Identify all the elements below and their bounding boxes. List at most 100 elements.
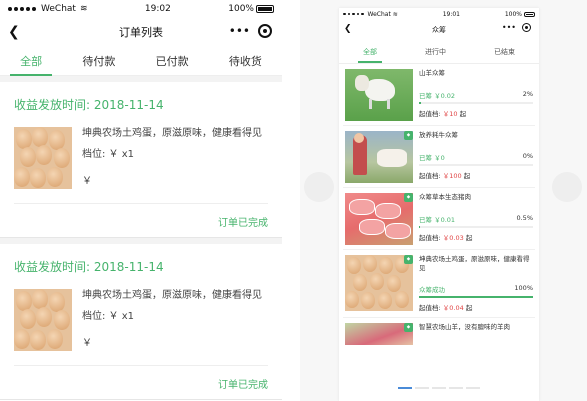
- min-tier-label: 起值档:: [419, 234, 441, 242]
- battery-percent: 100%: [504, 10, 522, 18]
- carrier-label: WeChat: [41, 4, 76, 14]
- min-tier-suffix: 起: [459, 110, 467, 118]
- raised-amount: 众筹成功: [419, 286, 445, 294]
- progress-fill: [419, 226, 420, 228]
- close-miniprogram-icon[interactable]: [258, 24, 272, 38]
- wifi-icon: ≋: [79, 4, 88, 14]
- tab-paid[interactable]: 已付款: [152, 47, 193, 75]
- nav-bar: ❮ 众筹 •••: [339, 20, 539, 40]
- product-image-eggs: [14, 289, 72, 351]
- battery-icon: [255, 5, 274, 13]
- order-card[interactable]: 收益发放时间: 2018-11-14 坤典农场土鸡蛋，原滋原味，健康看得见 档位…: [0, 244, 282, 400]
- progress-fill: [419, 102, 422, 104]
- green-badge-icon: ◆: [404, 255, 413, 264]
- page-dot-active[interactable]: [398, 387, 412, 389]
- page-dot[interactable]: [415, 387, 429, 389]
- progress-bar: [419, 164, 533, 166]
- page-title: 订单列表: [119, 26, 163, 39]
- battery-indicator: 100%: [228, 4, 274, 14]
- min-tier-label: 起值档:: [419, 110, 441, 118]
- order-list-screen: WeChat ≋ 19:02 100% ❮ 订单列表 ••• 全部 待付款 已付…: [0, 0, 282, 401]
- battery-indicator: 100%: [505, 11, 535, 18]
- close-miniprogram-icon[interactable]: [522, 23, 531, 32]
- progress-bar: [419, 296, 533, 298]
- order-card[interactable]: 收益发放时间: 2018-11-14 坤典农场土鸡蛋，原滋原味，健康看得见 档位…: [0, 82, 282, 238]
- tab-pending-receipt[interactable]: 待收货: [225, 47, 266, 75]
- green-badge-icon: ◆: [404, 131, 413, 140]
- tab-ended[interactable]: 已结束: [492, 43, 517, 61]
- more-menu-icon[interactable]: •••: [229, 24, 250, 38]
- more-menu-icon[interactable]: •••: [502, 23, 516, 32]
- crowdfunding-tabs: 全部 进行中 已结束: [339, 40, 539, 64]
- product-tier: 档位: ￥ x1: [82, 149, 135, 160]
- tab-all[interactable]: 全部: [358, 43, 382, 63]
- progress-percent: 0.5%: [516, 214, 533, 222]
- project-title: 智慧农场山羊，没有膻味的羊肉: [419, 323, 510, 331]
- page-dot[interactable]: [449, 387, 463, 389]
- payout-date: 收益发放时间: 2018-11-14: [14, 98, 164, 112]
- project-title: 坤典农场土鸡蛋，原滋原味，健康看得见: [419, 255, 530, 272]
- order-status: 订单已完成: [14, 203, 268, 237]
- page-dot[interactable]: [466, 387, 480, 389]
- min-tier-label: 起值档:: [419, 304, 441, 312]
- min-tier-amount: ￥0.04: [442, 304, 464, 312]
- project-title: 众筹草本生态猪肉: [419, 193, 471, 201]
- battery-icon: [524, 11, 535, 17]
- min-tier-suffix: 起: [465, 304, 473, 312]
- crowdfunding-screen: WeChat ≋ 19:01 100% ❮ 众筹 ••• 全部 进行中 已结束: [339, 8, 539, 401]
- status-bar: WeChat ≋ 19:02 100%: [0, 0, 282, 18]
- signal-indicator: WeChat ≋: [8, 4, 88, 14]
- min-tier-amount: ￥100: [442, 172, 462, 180]
- tab-all[interactable]: 全部: [10, 47, 53, 76]
- payout-date: 收益发放时间: 2018-11-14: [14, 260, 164, 274]
- project-item[interactable]: ◆ 智慧农场山羊，没有膻味的羊肉: [343, 318, 535, 380]
- progress-bar: [419, 102, 533, 104]
- page-title: 众筹: [432, 26, 446, 34]
- back-icon[interactable]: ❮: [344, 24, 352, 34]
- min-tier-suffix: 起: [463, 172, 471, 180]
- tab-pending-payment[interactable]: 待付款: [78, 47, 119, 75]
- raised-amount: 已筹 ￥0.02: [419, 92, 456, 100]
- project-image-sheep: [345, 69, 413, 121]
- nav-actions: •••: [229, 24, 272, 38]
- order-status: 订单已完成: [14, 365, 268, 399]
- project-item[interactable]: ◆ 放养耗牛众筹 已筹 ￥0 0% 起值档: ￥100 起: [343, 126, 535, 188]
- project-title: 放养耗牛众筹: [419, 131, 458, 139]
- project-image-eggs: [345, 255, 413, 311]
- project-item[interactable]: 山羊众筹 已筹 ￥0.02 2% 起值档: ￥10 起: [343, 64, 535, 126]
- carrier-label: WeChat: [367, 10, 391, 18]
- product-amount: ￥: [82, 176, 92, 187]
- project-image-lamb: [345, 323, 413, 345]
- progress-percent: 100%: [514, 284, 533, 292]
- tab-in-progress[interactable]: 进行中: [423, 43, 448, 61]
- nav-bar: ❮ 订单列表 •••: [0, 18, 282, 46]
- status-time: 19:02: [144, 4, 171, 14]
- carousel-prev-bubble[interactable]: [304, 172, 334, 202]
- product-amount: ￥: [82, 338, 92, 349]
- project-image-pork: [345, 193, 413, 245]
- nav-actions: •••: [502, 23, 531, 32]
- carousel-next-bubble[interactable]: [552, 172, 582, 202]
- project-title: 山羊众筹: [419, 69, 445, 77]
- product-title: 坤典农场土鸡蛋，原滋原味，健康看得见: [82, 128, 262, 139]
- progress-percent: 2%: [522, 90, 533, 98]
- project-image-cattle: [345, 131, 413, 183]
- raised-amount: 已筹 ￥0: [419, 154, 445, 162]
- battery-percent: 100%: [228, 4, 254, 14]
- progress-percent: 0%: [522, 152, 533, 160]
- page-indicator: [339, 387, 539, 389]
- raised-amount: 已筹 ￥0.01: [419, 216, 456, 224]
- project-item[interactable]: ◆ 众筹草本生态猪肉 已筹 ￥0.01 0.5% 起值档: ￥0.03 起: [343, 188, 535, 250]
- product-title: 坤典农场土鸡蛋，原滋原味，健康看得见: [82, 290, 262, 301]
- progress-fill: [419, 296, 533, 298]
- project-list: 山羊众筹 已筹 ￥0.02 2% 起值档: ￥10 起 ◆ 放养耗牛众筹 已筹 ￥…: [339, 64, 539, 380]
- status-time: 19:01: [442, 10, 460, 18]
- project-item[interactable]: ◆ 坤典农场土鸡蛋，原滋原味，健康看得见 众筹成功 100% 起值档: ￥0.04…: [343, 250, 535, 318]
- wifi-icon: ≋: [392, 10, 398, 18]
- page-dot[interactable]: [432, 387, 446, 389]
- order-tabs: 全部 待付款 已付款 待收货: [0, 46, 282, 76]
- green-badge-icon: ◆: [404, 193, 413, 202]
- back-icon[interactable]: ❮: [8, 24, 20, 40]
- min-tier-label: 起值档:: [419, 172, 441, 180]
- min-tier-suffix: 起: [465, 234, 473, 242]
